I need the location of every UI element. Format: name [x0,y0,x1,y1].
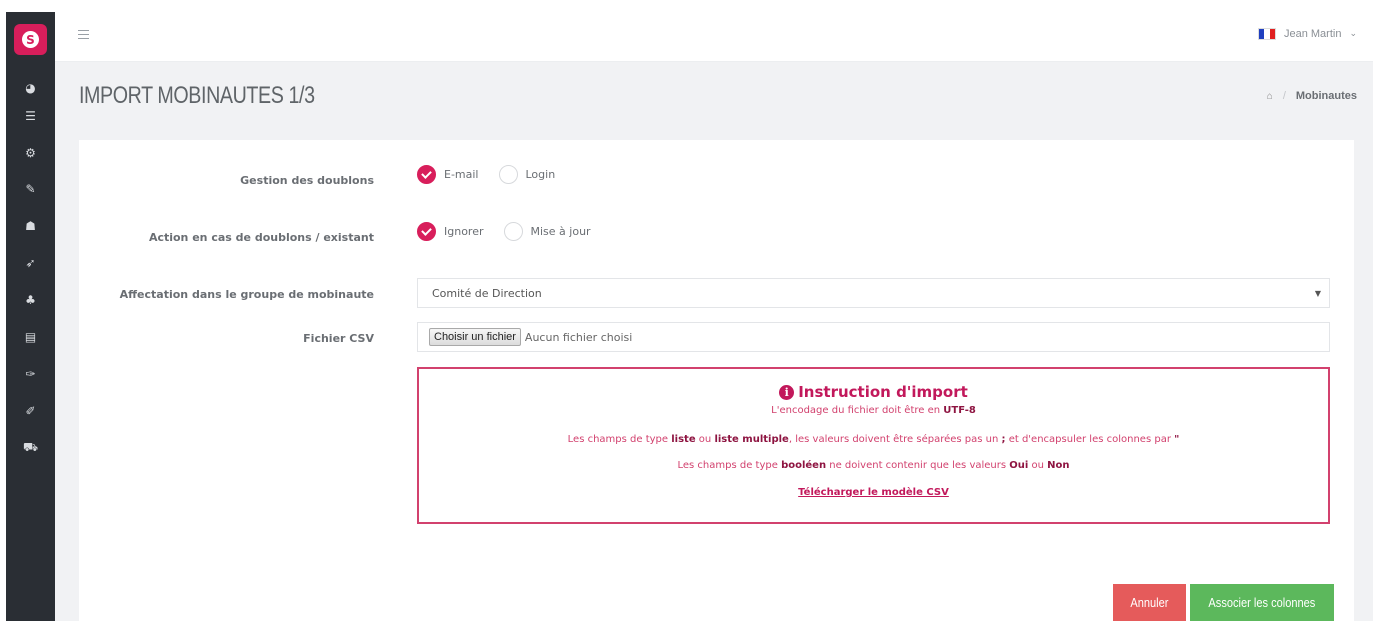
app-logo[interactable]: S [14,24,47,55]
home-icon[interactable]: ⌂ [1267,91,1273,102]
caret-down-icon: ▼ [1314,289,1321,298]
radio-ignore[interactable] [417,222,436,241]
instructions-title: i Instruction d'import [419,383,1328,401]
duplicates-label: Gestion des doublons [240,174,374,187]
radio-update-label[interactable]: Mise à jour [531,225,591,238]
chevron-down-icon: ⌄ [1349,29,1357,39]
edit-icon[interactable]: ✎ [6,179,55,199]
hamburger-icon[interactable] [78,30,89,40]
map-columns-button[interactable]: Associer les colonnes [1190,584,1334,621]
top-bar: Jean Martin ⌄ [55,12,1373,62]
instructions-title-text: Instruction d'import [798,383,968,401]
user-name: Jean Martin [1283,28,1342,40]
csv-file-input[interactable]: Choisir un fichier Aucun fichier choisi [417,322,1330,352]
action-radio-group: Ignorer Mise à jour [417,222,603,241]
breadcrumb-current: Mobinautes [1295,90,1357,102]
csv-label: Fichier CSV [303,332,374,345]
sidebar: S ◕ ☰ ⚙ ✎ ☗ ➶ ♣ ▤ ✑ ✐ ⛟ [6,12,55,621]
plug-icon[interactable]: ✑ [6,364,55,384]
radio-update[interactable] [503,222,523,241]
breadcrumb: ⌂ / Mobinautes [1267,90,1357,102]
download-csv-template-link[interactable]: Télécharger le modèle CSV [798,487,949,498]
users-icon[interactable]: ☗ [6,216,55,236]
page-title: IMPORT MOBINAUTES 1/3 [79,82,315,109]
file-status: Aucun fichier choisi [524,330,633,344]
choose-file-button[interactable]: Choisir un fichier [429,328,521,346]
instruction-encoding: L'encodage du fichier doit être en UTF-8 [771,405,976,416]
breadcrumb-separator: / [1282,90,1286,102]
user-menu[interactable]: Jean Martin ⌄ [1257,28,1357,40]
dashboard-icon[interactable]: ◕ [6,78,55,98]
radio-ignore-label[interactable]: Ignorer [444,225,484,238]
duplicates-radio-group: E-mail Login [417,165,567,184]
group-select-value: Comité de Direction [432,286,542,300]
cart-icon[interactable]: ⛟ [6,438,55,458]
import-form-panel: Gestion des doublons E-mail Login Action… [79,140,1354,621]
card-icon[interactable]: ▤ [6,327,55,347]
cancel-button-label: Annuler [1130,595,1169,610]
map-columns-button-label: Associer les colonnes [1208,595,1316,610]
send-icon[interactable]: ➶ [6,253,55,273]
list-icon[interactable]: ☰ [6,106,55,126]
group-select[interactable]: Comité de Direction ▼ [417,278,1330,308]
cogs-icon[interactable]: ⚙ [6,143,55,163]
group-label: Affectation dans le groupe de mobinaute [119,288,374,301]
french-flag-icon [1257,28,1276,40]
radio-email-label[interactable]: E-mail [444,168,479,181]
brush-icon[interactable]: ✐ [6,401,55,421]
logo-letter: S [22,31,39,48]
sitemap-icon[interactable]: ♣ [6,290,55,310]
import-instructions: i Instruction d'import L'encodage du fic… [417,367,1330,524]
instruction-lists: Les champs de type liste ou liste multip… [567,434,1180,445]
radio-login-label[interactable]: Login [526,168,556,181]
info-icon: i [779,384,795,400]
instruction-booleans: Les champs de type booléen ne doivent co… [677,460,1070,471]
radio-email[interactable] [417,165,436,184]
radio-login[interactable] [498,165,518,184]
cancel-button[interactable]: Annuler [1113,584,1186,621]
action-label: Action en cas de doublons / existant [148,231,374,244]
